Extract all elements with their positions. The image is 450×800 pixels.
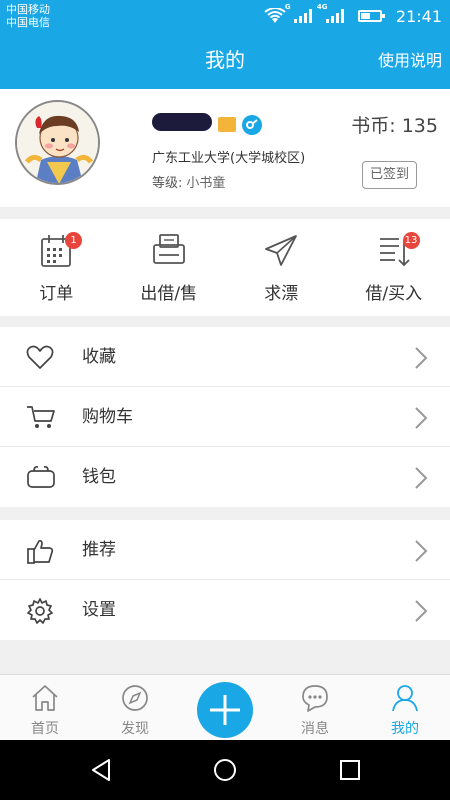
menu-item-settings[interactable]: 设置 — [0, 580, 450, 640]
tab-label: 消息 — [301, 721, 329, 737]
menu-item-wallet[interactable]: 钱包 — [0, 447, 450, 507]
user-level: 等级: 小书童 — [152, 172, 225, 191]
carrier-1: 中国移动 — [6, 3, 50, 16]
verified-badge-icon — [242, 115, 262, 135]
add-button[interactable] — [197, 682, 253, 738]
battery-icon — [357, 10, 385, 22]
tab-home[interactable]: 首页 — [0, 675, 90, 741]
username-redacted — [152, 113, 212, 131]
menu-group-1: 收藏 购物车 钱包 — [0, 327, 450, 507]
wallet-icon — [27, 465, 55, 488]
android-nav-bar — [0, 740, 450, 800]
avatar-illustration — [17, 102, 98, 183]
menu-label: 收藏 — [82, 347, 116, 367]
action-label: 订单 — [39, 284, 74, 304]
level-label: 等级: — [152, 176, 183, 191]
action-orders[interactable]: 1 订单 — [0, 219, 113, 316]
tab-messages[interactable]: 消息 — [270, 675, 360, 741]
help-link[interactable]: 使用说明 — [378, 32, 442, 89]
wifi-icon — [264, 8, 286, 23]
tab-label: 我的 — [391, 721, 419, 737]
signal-4g-icon: 4G — [317, 3, 344, 23]
school-name: 广东工业大学(大学城校区) — [152, 151, 306, 166]
chat-icon — [302, 685, 328, 712]
menu-group-2: 推荐 设置 — [0, 520, 450, 640]
person-icon — [392, 685, 418, 712]
chevron-right-icon — [415, 600, 428, 622]
tab-label: 首页 — [31, 721, 59, 737]
thumbs-up-icon — [27, 539, 54, 564]
clock: 21:41 — [395, 6, 442, 26]
chevron-right-icon — [415, 347, 428, 369]
printer-icon — [152, 234, 185, 264]
tab-mine[interactable]: 我的 — [360, 675, 450, 741]
plus-icon — [210, 695, 240, 725]
action-label: 求漂 — [264, 284, 299, 304]
tab-discover[interactable]: 发现 — [90, 675, 180, 741]
chevron-right-icon — [415, 540, 428, 562]
profile-card: 广东工业大学(大学城校区) 等级: 小书童 书币: 135 已签到 — [0, 89, 450, 207]
avatar[interactable] — [15, 100, 100, 185]
menu-label: 推荐 — [82, 540, 116, 560]
heart-icon — [26, 345, 54, 369]
menu-label: 设置 — [82, 600, 116, 620]
signal-icon: G — [285, 3, 312, 23]
menu-item-cart[interactable]: 购物车 — [0, 387, 450, 447]
chevron-right-icon — [415, 407, 428, 429]
back-icon[interactable] — [89, 758, 113, 782]
action-request[interactable]: 求漂 — [225, 219, 338, 316]
title-bar: 我的 使用说明 — [0, 32, 450, 89]
menu-label: 购物车 — [82, 407, 133, 427]
recents-icon[interactable] — [338, 758, 362, 782]
action-borrow-buy[interactable]: 13 借/买入 — [338, 219, 450, 316]
gear-icon — [27, 598, 53, 624]
home-icon — [32, 685, 58, 711]
cart-icon — [27, 406, 55, 428]
menu-label: 钱包 — [82, 467, 116, 487]
vip-badge-icon — [218, 117, 236, 132]
orders-badge: 1 — [65, 232, 82, 249]
quick-actions: 1 订单 出借/售 求漂 13 借/买入 — [0, 219, 450, 316]
paper-plane-icon — [265, 235, 298, 266]
action-label: 借/买入 — [365, 284, 423, 304]
tab-label: 发现 — [121, 721, 149, 737]
action-label: 出借/售 — [140, 284, 198, 304]
book-coins: 书币: 135 — [351, 115, 438, 137]
home-circle-icon[interactable] — [213, 758, 237, 782]
carrier-names: 中国移动 中国电信 — [6, 3, 50, 29]
level-value: 小书童 — [186, 176, 226, 191]
chevron-right-icon — [415, 467, 428, 489]
carrier-2: 中国电信 — [6, 16, 50, 29]
menu-item-favorites[interactable]: 收藏 — [0, 327, 450, 387]
compass-icon — [122, 685, 148, 711]
checkin-button[interactable]: 已签到 — [362, 161, 417, 189]
borrow-buy-badge: 13 — [402, 232, 420, 249]
menu-item-recommend[interactable]: 推荐 — [0, 520, 450, 580]
status-bar: 中国移动 中国电信 G 4G 21:41 — [0, 0, 450, 32]
action-lend-sell[interactable]: 出借/售 — [113, 219, 226, 316]
